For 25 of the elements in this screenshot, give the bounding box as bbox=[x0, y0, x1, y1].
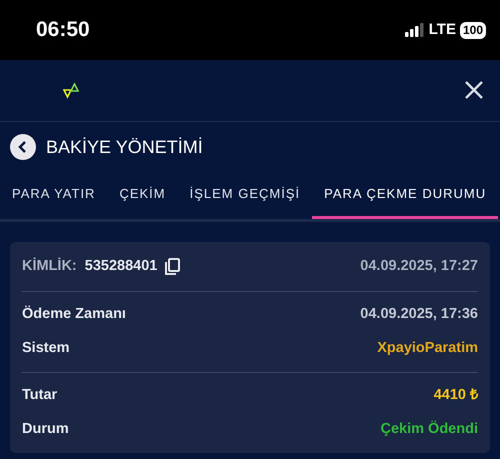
copy-icon[interactable] bbox=[165, 258, 180, 275]
transaction-id: 535288401 bbox=[84, 256, 158, 276]
clock: 06:50 bbox=[36, 17, 90, 44]
close-icon bbox=[464, 80, 484, 100]
page-title: BAKİYE YÖNETİMİ bbox=[46, 136, 203, 158]
chevron-left-icon bbox=[17, 141, 29, 153]
tab[interactable]: İŞLEM GEÇMİŞİ bbox=[178, 172, 312, 219]
detail-value: XpayioParatim bbox=[377, 339, 478, 358]
detail-value: 4410 ₺ bbox=[434, 386, 478, 406]
detail-label: Tutar bbox=[22, 386, 58, 406]
tab[interactable]: PARA ÇEKME DURUMU bbox=[312, 172, 498, 219]
detail-value: 04.09.2025, 17:36 bbox=[360, 305, 478, 324]
tab[interactable]: PARA YATIR bbox=[0, 172, 108, 219]
tab[interactable]: ÇEKİM bbox=[107, 172, 178, 219]
detail-label: Sistem bbox=[22, 339, 70, 358]
battery-level: 100 bbox=[460, 22, 486, 38]
logo-icon bbox=[62, 82, 82, 98]
detail-label: Ödeme Zamanı bbox=[22, 304, 126, 324]
back-button[interactable] bbox=[10, 134, 36, 160]
detail-label: Durum bbox=[22, 420, 69, 440]
detail-value: Çekim Ödendi bbox=[380, 420, 478, 440]
signal-icon bbox=[404, 23, 425, 37]
created-date: 04.09.2025, 17:27 bbox=[360, 256, 478, 276]
id-label: KİMLİK: bbox=[22, 256, 77, 276]
network-type: LTE bbox=[428, 20, 456, 40]
